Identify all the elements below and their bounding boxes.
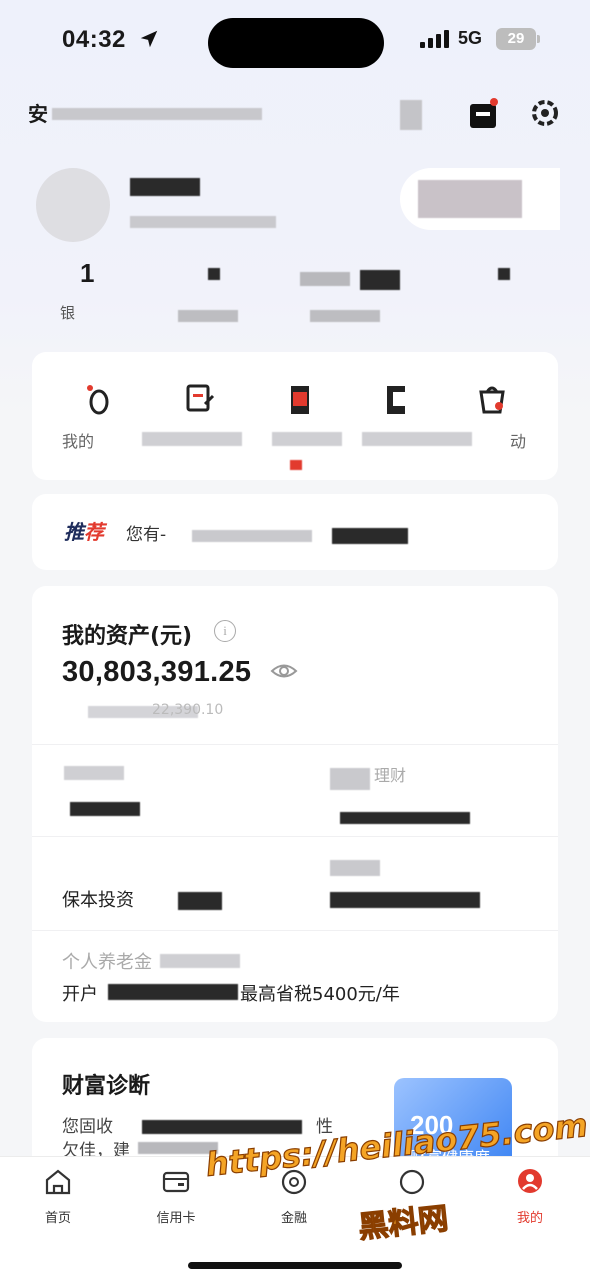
network-type: 5G [458, 28, 483, 48]
assets-total-value: 30,803,391.25 [62, 656, 252, 688]
dynamic-island [208, 18, 384, 68]
home-icon [45, 1169, 71, 1195]
pension-tax-text: 最高省税5400元/年 [240, 984, 400, 1005]
signal-icon [420, 30, 449, 48]
pension-redacted [108, 984, 238, 1000]
location-arrow-icon [140, 30, 158, 48]
info-icon[interactable]: i [214, 620, 236, 642]
member-level-card[interactable] [400, 168, 560, 230]
avatar[interactable] [36, 168, 110, 242]
stat-redacted [498, 268, 510, 280]
settings-icon[interactable] [528, 96, 562, 130]
header-redacted [400, 100, 422, 130]
user-meta-redacted [130, 216, 276, 228]
services-card: 我的 动 [32, 352, 558, 480]
service-item[interactable] [462, 382, 522, 420]
status-bar: 04:32 5G 29 [0, 18, 590, 68]
tab-credit-card[interactable]: 信用卡 [136, 1167, 216, 1226]
divider [32, 836, 558, 837]
tab-mine[interactable]: 我的 [490, 1167, 570, 1226]
message-icon[interactable] [468, 96, 502, 130]
pension-line: 开户 [62, 984, 98, 1005]
service-label-redacted [142, 432, 242, 446]
user-icon [518, 1169, 542, 1193]
diagnosis-line1: 您固收 [62, 1117, 113, 1137]
stat-label-redacted [310, 310, 380, 322]
credit-card-icon [162, 1171, 190, 1193]
recommend-tag-b: 荐 [84, 520, 104, 544]
assets-title: 我的资产(元) [62, 624, 193, 649]
service-label-last: 动 [510, 432, 527, 451]
pension-title: 个人养老金 [62, 952, 152, 973]
bookmark-icon [291, 386, 309, 414]
service-item[interactable] [270, 382, 330, 420]
recommend-redacted [332, 528, 408, 544]
diagnosis-title: 财富诊断 [62, 1074, 151, 1099]
card-icon [387, 386, 405, 414]
recommend-card[interactable]: 推荐 您有- [32, 494, 558, 570]
asset-cell-redacted [70, 802, 140, 816]
stat-redacted [208, 268, 220, 280]
asset-cell-redacted [330, 860, 380, 876]
diagnosis-redacted [142, 1120, 302, 1134]
pension-redacted [160, 954, 240, 968]
asset-cell-redacted [330, 768, 370, 790]
tab-mine-label: 我的 [516, 1211, 543, 1226]
username-redacted [130, 178, 200, 196]
stat-redacted [360, 270, 400, 290]
asset-cell-title: 理财 [374, 766, 407, 785]
life-icon [399, 1169, 425, 1195]
service-item[interactable] [68, 382, 128, 420]
divider [32, 930, 558, 931]
service-label-redacted [272, 432, 342, 446]
gift-bag-icon [479, 386, 505, 414]
asset-cell-redacted [340, 812, 470, 824]
asset-cell-redacted [178, 892, 222, 910]
service-item[interactable] [366, 382, 426, 420]
stat-first-label: 银 [60, 304, 76, 322]
tab-finance-label: 金融 [280, 1211, 307, 1226]
home-indicator[interactable] [188, 1262, 402, 1269]
document-edit-icon [186, 384, 215, 412]
stat-label-redacted [178, 310, 238, 322]
watermark-text: 黑料网 [356, 1201, 450, 1246]
assets-sub-value: 22,390.10 [152, 702, 224, 718]
recommend-tag: 推荐 [64, 516, 104, 545]
recommend-tag-a: 推 [64, 520, 84, 544]
asset-cell-text: 保本投资 [62, 890, 134, 911]
tab-home[interactable]: 首页 [18, 1167, 98, 1226]
service-item[interactable] [170, 382, 230, 420]
divider [32, 744, 558, 745]
assets-card: 我的资产(元) i 30,803,391.25 22,390.10 理财 保本投… [32, 586, 558, 1022]
service-label-first: 我的 [62, 432, 95, 451]
asset-cell-redacted [64, 766, 124, 780]
stat-redacted [300, 272, 350, 286]
service-label-redacted [362, 432, 472, 446]
recommend-redacted [192, 530, 312, 542]
stat-first-value[interactable]: 1 [80, 258, 94, 289]
member-level-redacted [418, 180, 522, 218]
service-badge [290, 460, 302, 470]
battery-icon: 29 [496, 28, 540, 50]
footprint-icon [87, 385, 109, 415]
tab-home-label: 首页 [44, 1211, 71, 1226]
greeting-text: 安 [28, 102, 48, 126]
eye-icon[interactable] [270, 660, 298, 682]
greeting-redacted [52, 108, 262, 120]
recommend-text: 您有- [126, 525, 167, 545]
asset-cell-redacted [330, 892, 480, 908]
tab-credit-card-label: 信用卡 [156, 1211, 196, 1226]
status-time: 04:32 [62, 26, 126, 53]
